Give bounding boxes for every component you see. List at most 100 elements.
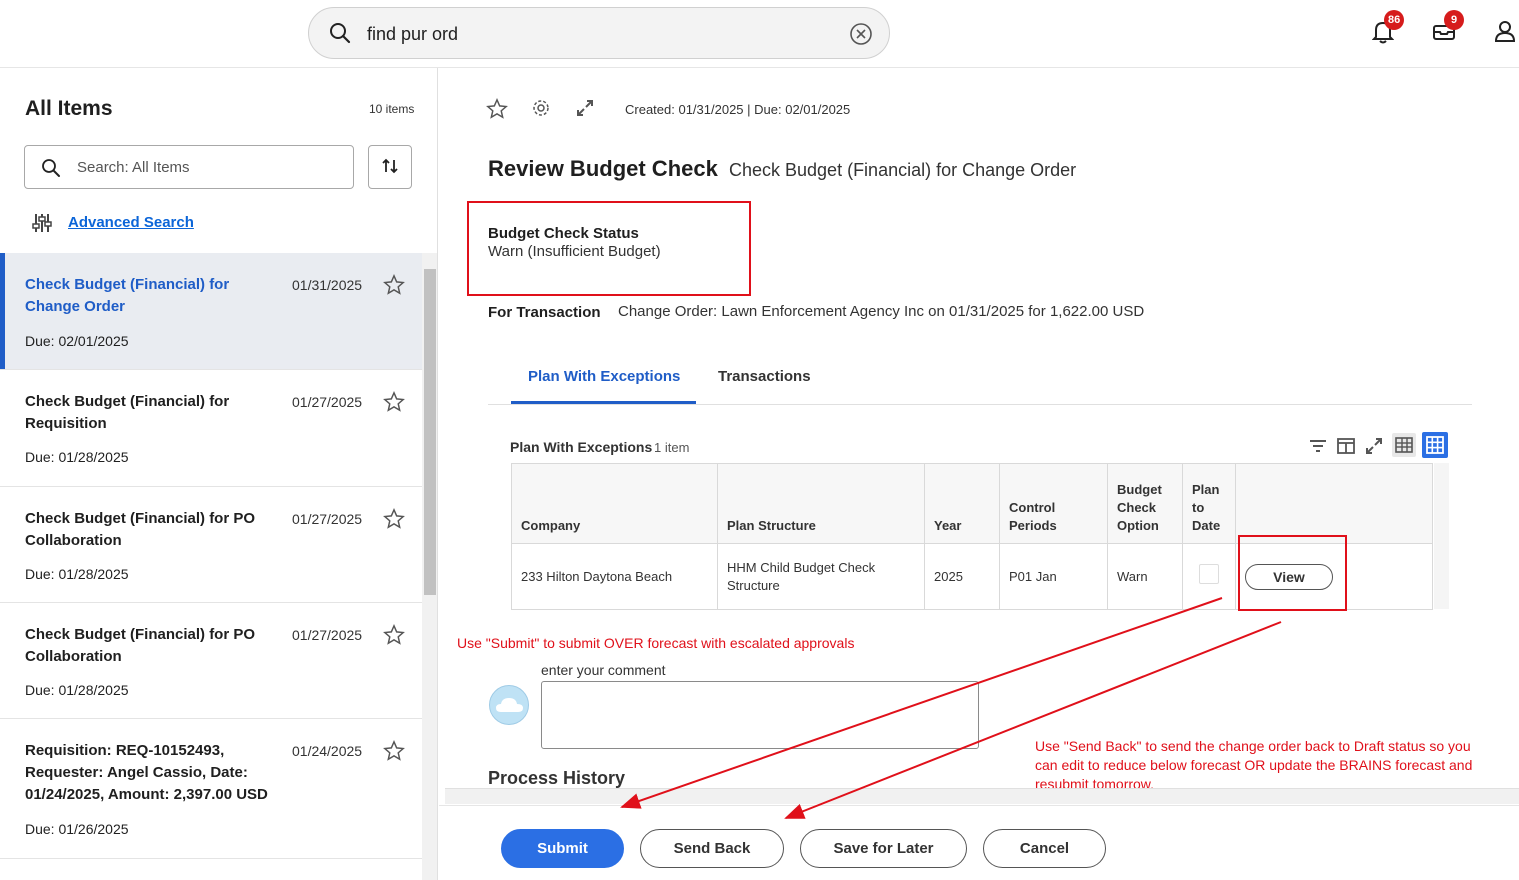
star-icon[interactable] (383, 391, 405, 418)
clear-search-icon[interactable] (849, 22, 873, 51)
scrollbar-thumb[interactable] (424, 269, 436, 595)
inbox-badge: 9 (1444, 10, 1464, 30)
inbox-panel: All Items 10 items Advanced Search Check… (0, 68, 438, 880)
search-icon (41, 158, 61, 183)
budget-check-status-value: Warn (Insufficient Budget) (488, 243, 661, 260)
page-subtitle: Check Budget (Financial) for Change Orde… (729, 160, 1077, 180)
item-due: Due: 01/26/2025 (25, 821, 129, 837)
annotation-submit-note: Use "Submit" to submit OVER forecast wit… (457, 635, 855, 651)
cell-budget-check-option: Warn (1107, 543, 1183, 610)
top-bar: 86 9 (0, 0, 1519, 68)
item-date: 01/24/2025 (292, 743, 363, 759)
expand-icon[interactable] (575, 98, 595, 123)
global-search-input[interactable] (367, 20, 827, 48)
item-date: 01/31/2025 (292, 277, 363, 293)
tab-transactions[interactable]: Transactions (718, 368, 811, 385)
inbox-icon[interactable]: 9 (1432, 10, 1464, 47)
comment-label: enter your comment (541, 662, 666, 678)
for-transaction-label: For Transaction (488, 304, 601, 321)
grid-scrollbar[interactable] (1434, 463, 1449, 609)
horizontal-scrollbar[interactable] (445, 788, 1519, 804)
gear-icon[interactable] (531, 98, 551, 123)
item-title: Check Budget (Financial) for Requisition (25, 393, 230, 432)
item-title: Check Budget (Financial) for Change Orde… (25, 276, 230, 315)
created-due-text: Created: 01/31/2025 | Due: 02/01/2025 (625, 102, 851, 117)
advanced-search[interactable]: Advanced Search (32, 212, 194, 239)
col-budget-check-option[interactable]: Budget Check Option (1107, 463, 1183, 544)
list-item[interactable]: Requisition: REQ-10152493, Requester: An… (0, 719, 422, 859)
list-item[interactable]: Check Budget (Financial) for PO Collabor… (0, 603, 422, 719)
items-search-input[interactable] (77, 157, 337, 177)
table-view-icon[interactable] (1391, 432, 1417, 463)
star-icon[interactable] (383, 624, 405, 651)
avatar (489, 685, 529, 725)
send-back-button[interactable]: Send Back (640, 829, 784, 868)
items-search[interactable] (24, 145, 354, 189)
item-due: Due: 01/28/2025 (25, 566, 129, 582)
annotation-box-view (1238, 535, 1347, 611)
for-transaction-value: Change Order: Lawn Enforcement Agency In… (618, 303, 1145, 320)
item-due: Due: 02/01/2025 (25, 333, 129, 349)
grid-view-icon[interactable] (1421, 431, 1449, 464)
items-count: 10 items (369, 102, 415, 116)
list-scrollbar[interactable] (422, 253, 437, 880)
cell-plan-to-date (1182, 543, 1236, 610)
sort-button[interactable] (368, 145, 412, 189)
save-for-later-button[interactable]: Save for Later (800, 829, 967, 868)
global-search[interactable] (308, 7, 890, 59)
fullscreen-icon[interactable] (1364, 436, 1384, 461)
grid-header-row: Company Plan Structure Year Control Peri… (511, 463, 1433, 544)
list-item[interactable]: Check Budget (Financial) for Requisition… (0, 370, 422, 487)
comment-input[interactable] (541, 681, 979, 749)
item-title: Requisition: REQ-10152493, Requester: An… (25, 742, 268, 803)
star-icon[interactable] (383, 274, 405, 301)
cloud-icon (496, 698, 523, 712)
cell-control-periods: P01 Jan (999, 543, 1108, 610)
cell-year: 2025 (924, 543, 1000, 610)
cell-plan-structure: HHM Child Budget Check Structure (717, 543, 925, 610)
item-date: 01/27/2025 (292, 511, 363, 527)
col-company[interactable]: Company (511, 463, 718, 544)
tab-plan-with-exceptions[interactable]: Plan With Exceptions (528, 368, 680, 385)
star-icon[interactable] (383, 508, 405, 535)
cell-company: 233 Hilton Daytona Beach (511, 543, 718, 610)
col-plan-structure[interactable]: Plan Structure (717, 463, 925, 544)
panel-title: All Items (25, 97, 113, 120)
plan-to-date-checkbox[interactable] (1199, 564, 1219, 584)
advanced-search-link[interactable]: Advanced Search (68, 214, 194, 231)
item-due: Due: 01/28/2025 (25, 449, 129, 465)
main-content: Created: 01/31/2025 | Due: 02/01/2025 Re… (439, 68, 1519, 880)
col-control-periods[interactable]: Control Periods (999, 463, 1108, 544)
action-footer: Submit Send Back Save for Later Cancel (439, 805, 1519, 880)
notifications-icon[interactable]: 86 (1371, 10, 1405, 49)
annotation-sendback-note: Use "Send Back" to send the change order… (1035, 738, 1473, 792)
item-date: 01/27/2025 (292, 627, 363, 643)
active-tab-indicator (511, 401, 696, 404)
items-list: Check Budget (Financial) for Change Orde… (0, 253, 422, 859)
search-icon (329, 22, 351, 49)
col-plan-to-date[interactable]: Plan to Date (1182, 463, 1236, 544)
tab-bar: Plan With Exceptions Transactions (488, 348, 1472, 405)
item-due: Due: 01/28/2025 (25, 682, 129, 698)
page-title: Review Budget Check (488, 156, 718, 181)
item-title: Check Budget (Financial) for PO Collabor… (25, 626, 256, 665)
submit-button[interactable]: Submit (501, 829, 624, 868)
list-item[interactable]: Check Budget (Financial) for PO Collabor… (0, 487, 422, 603)
cancel-button[interactable]: Cancel (983, 829, 1106, 868)
col-actions (1235, 463, 1433, 544)
item-date: 01/27/2025 (292, 394, 363, 410)
col-year[interactable]: Year (924, 463, 1000, 544)
columns-icon[interactable] (1336, 436, 1356, 461)
process-history-heading: Process History (488, 768, 626, 788)
item-title: Check Budget (Financial) for PO Collabor… (25, 510, 256, 549)
favorite-star-icon[interactable] (486, 98, 508, 125)
filter-icon[interactable] (1308, 438, 1328, 459)
notifications-badge: 86 (1384, 10, 1405, 30)
grid-title: Plan With Exceptions (510, 439, 653, 455)
list-item[interactable]: Check Budget (Financial) for Change Orde… (0, 253, 422, 370)
budget-check-status-label: Budget Check Status (488, 225, 639, 242)
star-icon[interactable] (383, 740, 405, 767)
sort-icon (382, 158, 398, 173)
filter-sliders-icon (32, 214, 52, 232)
profile-icon[interactable] (1494, 20, 1516, 47)
